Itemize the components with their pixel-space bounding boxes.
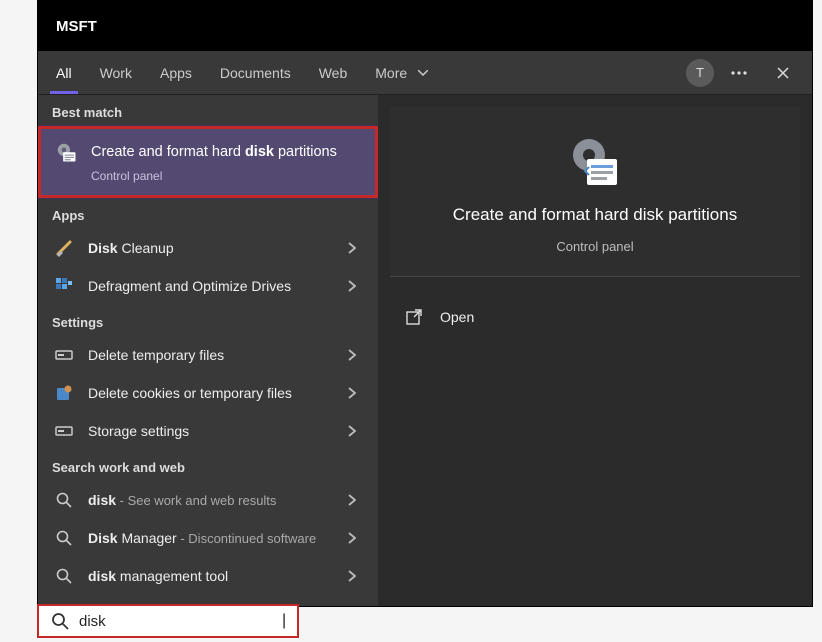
text: Manager bbox=[118, 530, 177, 546]
list-item-label: Delete temporary files bbox=[88, 347, 224, 363]
chevron-right-icon bbox=[342, 276, 362, 296]
flyout-body: Best match Create and format hard disk p… bbox=[38, 95, 812, 606]
list-item-label: Storage settings bbox=[88, 423, 189, 439]
storage-icon bbox=[54, 345, 74, 365]
chevron-right-icon bbox=[342, 421, 362, 441]
tab-label: Documents bbox=[220, 65, 291, 81]
search-input[interactable] bbox=[79, 613, 278, 630]
section-apps: Apps bbox=[38, 198, 378, 229]
setting-delete-temp[interactable]: Delete temporary files bbox=[38, 336, 378, 374]
tab-label: More bbox=[375, 65, 407, 81]
section-search-web: Search work and web bbox=[38, 450, 378, 481]
tab-label: Apps bbox=[160, 65, 192, 81]
websearch-disk[interactable]: disk - See work and web results bbox=[38, 481, 378, 519]
tab-all[interactable]: All bbox=[42, 51, 86, 94]
filter-tabs: All Work Apps Documents Web More bbox=[42, 51, 686, 94]
preview-pane: Create and format hard disk partitions C… bbox=[378, 95, 812, 606]
chevron-right-icon bbox=[342, 238, 362, 258]
search-icon bbox=[51, 611, 69, 631]
list-item-label: disk management tool bbox=[88, 568, 228, 584]
tabs-right: T bbox=[686, 51, 808, 94]
text-bold: Disk bbox=[88, 240, 118, 256]
text-sub: - Discontinued software bbox=[177, 531, 316, 546]
defrag-icon bbox=[54, 276, 74, 296]
text-cursor: | bbox=[282, 612, 286, 630]
search-icon bbox=[54, 490, 74, 510]
setting-storage[interactable]: Storage settings bbox=[38, 412, 378, 450]
broom-icon bbox=[54, 238, 74, 258]
cookies-icon bbox=[54, 383, 74, 403]
section-settings: Settings bbox=[38, 305, 378, 336]
titlebar: MSFT bbox=[38, 1, 812, 51]
search-icon bbox=[54, 566, 74, 586]
text: Create and format hard bbox=[91, 144, 245, 160]
list-item-label: Disk Manager - Discontinued software bbox=[88, 530, 316, 546]
best-match-text: Create and format hard disk partitions C… bbox=[91, 143, 337, 183]
text-sub: - See work and web results bbox=[116, 493, 276, 508]
text-bold: Disk bbox=[88, 530, 118, 546]
best-match-result[interactable]: Create and format hard disk partitions C… bbox=[38, 126, 378, 198]
chevron-right-icon bbox=[342, 566, 362, 586]
text: management tool bbox=[120, 568, 228, 584]
tab-work[interactable]: Work bbox=[86, 51, 146, 94]
preview-subtitle: Control panel bbox=[556, 239, 633, 254]
text-bold: disk bbox=[245, 144, 274, 160]
best-match-title: Create and format hard disk partitions bbox=[91, 143, 337, 163]
tab-apps[interactable]: Apps bbox=[146, 51, 206, 94]
taskbar-search-box[interactable]: | bbox=[37, 604, 299, 638]
text-bold: disk bbox=[88, 568, 120, 584]
results-pane: Best match Create and format hard disk p… bbox=[38, 95, 378, 606]
tab-documents[interactable]: Documents bbox=[206, 51, 305, 94]
filter-tabs-row: All Work Apps Documents Web More T bbox=[38, 51, 812, 95]
user-avatar[interactable]: T bbox=[686, 59, 714, 87]
more-options-button[interactable] bbox=[720, 51, 758, 95]
tab-more[interactable]: More bbox=[361, 51, 447, 94]
search-flyout: MSFT All Work Apps Documents Web More T bbox=[37, 0, 813, 607]
close-button[interactable] bbox=[764, 51, 802, 95]
app-defragment[interactable]: Defragment and Optimize Drives bbox=[38, 267, 378, 305]
open-label: Open bbox=[440, 309, 474, 325]
setting-delete-cookies[interactable]: Delete cookies or temporary files bbox=[38, 374, 378, 412]
window-title: MSFT bbox=[56, 18, 97, 35]
list-item-label: Defragment and Optimize Drives bbox=[88, 278, 291, 294]
text: Cleanup bbox=[118, 240, 174, 256]
tab-label: Work bbox=[100, 65, 132, 81]
preview-card: Create and format hard disk partitions C… bbox=[390, 107, 800, 277]
websearch-disk-mgmt-tool[interactable]: disk management tool bbox=[38, 557, 378, 595]
open-action[interactable]: Open bbox=[396, 295, 794, 339]
tab-label: Web bbox=[319, 65, 348, 81]
disk-partitions-large-icon bbox=[567, 135, 623, 191]
chevron-right-icon bbox=[342, 383, 362, 403]
preview-actions: Open bbox=[378, 289, 812, 345]
list-item-label: Delete cookies or temporary files bbox=[88, 385, 292, 401]
tab-label: All bbox=[56, 65, 72, 81]
app-disk-cleanup[interactable]: Disk Cleanup bbox=[38, 229, 378, 267]
tab-web[interactable]: Web bbox=[305, 51, 362, 94]
chevron-right-icon bbox=[342, 528, 362, 548]
text: partitions bbox=[274, 144, 337, 160]
list-item-label: Disk Cleanup bbox=[88, 240, 174, 256]
text-bold: disk bbox=[88, 492, 116, 508]
chevron-right-icon bbox=[342, 490, 362, 510]
preview-title: Create and format hard disk partitions bbox=[453, 205, 737, 225]
avatar-initial: T bbox=[696, 65, 704, 80]
websearch-disk-manager[interactable]: Disk Manager - Discontinued software bbox=[38, 519, 378, 557]
best-match-subtitle: Control panel bbox=[91, 169, 337, 183]
storage-icon bbox=[54, 421, 74, 441]
chevron-right-icon bbox=[342, 345, 362, 365]
search-icon bbox=[54, 528, 74, 548]
list-item-label: disk - See work and web results bbox=[88, 492, 276, 508]
section-best-match: Best match bbox=[38, 95, 378, 126]
disk-partitions-icon bbox=[57, 143, 77, 163]
caret-down-icon bbox=[413, 63, 433, 83]
open-icon bbox=[404, 307, 424, 327]
